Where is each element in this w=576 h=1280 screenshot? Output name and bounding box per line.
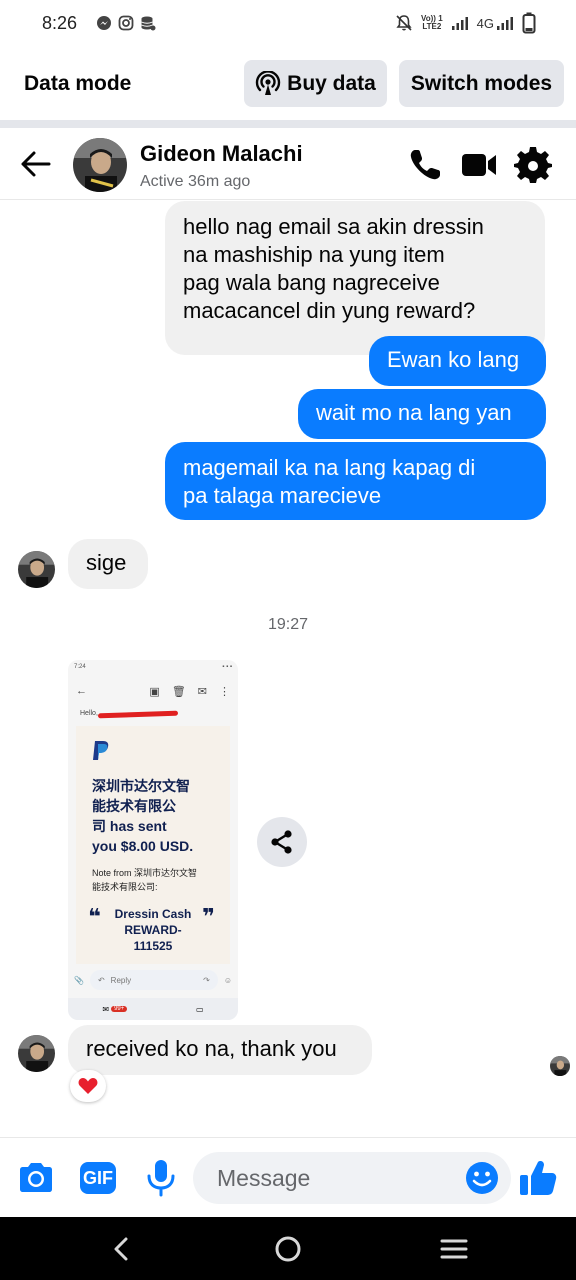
shared-image-paypal-card: 深圳市达尔文智 能技术有限公 司 has sent you $8.00 USD.… (76, 726, 230, 964)
switch-modes-button[interactable]: Switch modes (399, 60, 564, 107)
shared-image-emoji-icon: ☺ (223, 975, 232, 985)
nav-back-icon[interactable] (106, 1233, 138, 1265)
thumbs-up-icon (520, 1161, 557, 1195)
shared-image-status-bar: 7:24 ▪ ▪ ▪ (74, 664, 232, 670)
heart-icon (78, 1078, 98, 1094)
shared-image-delete-icon: 🗑 (171, 685, 186, 698)
shared-image-meet-icon: ▭ (196, 1004, 204, 1014)
status-notification-icons (96, 15, 156, 31)
messenger-icon (97, 16, 111, 30)
read-receipt-avatar (550, 1056, 570, 1076)
shared-image-redaction (97, 710, 179, 719)
switch-modes-label: Switch modes (410, 71, 553, 95)
emoji-icon[interactable] (465, 1161, 499, 1195)
shared-image-toolbar: ← ▣ 🗑 ✉ ⋮ (68, 676, 238, 706)
contact-name[interactable]: Gideon Malachi (140, 141, 303, 167)
shared-image-more-icon: ⋮ (219, 685, 230, 698)
gif-icon: GIF (80, 1162, 116, 1194)
shared-image-reply-bar: 📎 ↶ Reply ↷ ☺ (68, 966, 238, 994)
shared-image-sent-text: 深圳市达尔文智 能技术有限公 司 has sent you $8.00 USD. (92, 778, 194, 854)
battery-icon (522, 12, 536, 34)
chat-header: Gideon Malachi Active 36m ago (0, 128, 576, 200)
shared-image-bottom-nav: ✉ 99+ ▭ (68, 998, 238, 1020)
message-timestamp: 19:27 (267, 616, 309, 633)
contact-avatar-small[interactable] (18, 1035, 55, 1072)
nav-recents-icon[interactable] (438, 1233, 470, 1265)
shared-image-reply-icon: ↶ (97, 975, 105, 985)
contact-avatar-small[interactable] (18, 551, 55, 588)
message-bubble-outgoing[interactable]: Ewan ko lang (369, 336, 546, 386)
status-time: 8:26 (42, 13, 78, 33)
instagram-icon (118, 15, 134, 31)
shared-image-note: Note from 深圳市达尔文智 能技术有限公司: (92, 868, 198, 892)
data-mode-bar: Data mode Buy data Switch modes (0, 48, 576, 120)
shared-image-greeting: Hello, (68, 706, 238, 722)
data-mode-title: Data mode (24, 72, 132, 95)
message-composer: GIF (0, 1137, 576, 1217)
shared-image-inbox-icon: ✉ (102, 1004, 110, 1014)
nav-home-icon[interactable] (272, 1233, 304, 1265)
share-icon (271, 830, 292, 854)
4g-signal-icon: 4G (477, 16, 514, 31)
shared-image-attach-icon: 📎 (74, 975, 84, 985)
status-system-icons: Vo)) 1 LTE2 4G (395, 12, 536, 34)
share-button[interactable] (257, 817, 307, 867)
phone-icon[interactable] (406, 146, 444, 184)
message-bubble-outgoing[interactable]: wait mo na lang yan (298, 389, 546, 439)
message-bubble-incoming[interactable]: received ko na, thank you (68, 1025, 372, 1075)
contact-active-status: Active 36m ago (140, 173, 251, 190)
shared-image-mail-icon: ✉ (197, 685, 207, 698)
message-bubble-incoming-question[interactable]: hello nag email sa akin dressin na mashi… (165, 201, 545, 355)
message-input[interactable] (217, 1164, 457, 1192)
system-navigation-bar (0, 1217, 576, 1280)
section-divider (0, 120, 576, 128)
settings-icon[interactable] (514, 146, 552, 184)
microphone-icon (147, 1160, 175, 1197)
shared-image-archive-icon: ▣ (149, 685, 160, 698)
volte-icon: Vo)) 1 LTE2 (421, 14, 443, 31)
paypal-logo-icon (93, 741, 109, 760)
status-bar: 8:26 Vo)) 1 LTE2 4G (0, 0, 576, 48)
message-bubble-outgoing[interactable]: magemail ka na lang kapag di pa talaga m… (165, 442, 546, 520)
buy-data-button[interactable]: Buy data (244, 60, 387, 107)
broadcast-icon (255, 70, 281, 95)
shared-image-back-icon: ← (76, 685, 87, 697)
camera-button[interactable] (16, 1158, 56, 1198)
signal-icon (451, 17, 468, 30)
buy-data-label: Buy data (287, 71, 376, 95)
database-icon (141, 16, 156, 31)
mute-icon (396, 15, 412, 31)
back-arrow-icon[interactable] (20, 150, 52, 178)
microphone-button[interactable] (141, 1158, 181, 1198)
camera-icon (20, 1163, 52, 1192)
heart-reaction[interactable] (70, 1070, 106, 1102)
shared-image-forward-icon: ↷ (203, 975, 210, 985)
shared-image-quote: Dressin Cash REWARD- 111525 (114, 907, 192, 953)
like-button[interactable] (518, 1158, 558, 1198)
shared-image-attachment[interactable]: 7:24 ▪ ▪ ▪ ← ▣ 🗑 ✉ ⋮ Hello, 深圳市达尔文智 能技术有… (68, 660, 238, 1020)
gif-button[interactable]: GIF (78, 1158, 118, 1198)
video-icon[interactable] (460, 146, 498, 184)
message-input-field[interactable] (193, 1152, 511, 1204)
shared-image-badge: 99+ (111, 1006, 128, 1012)
message-bubble-incoming[interactable]: sige (68, 539, 148, 589)
contact-avatar[interactable] (73, 138, 127, 192)
